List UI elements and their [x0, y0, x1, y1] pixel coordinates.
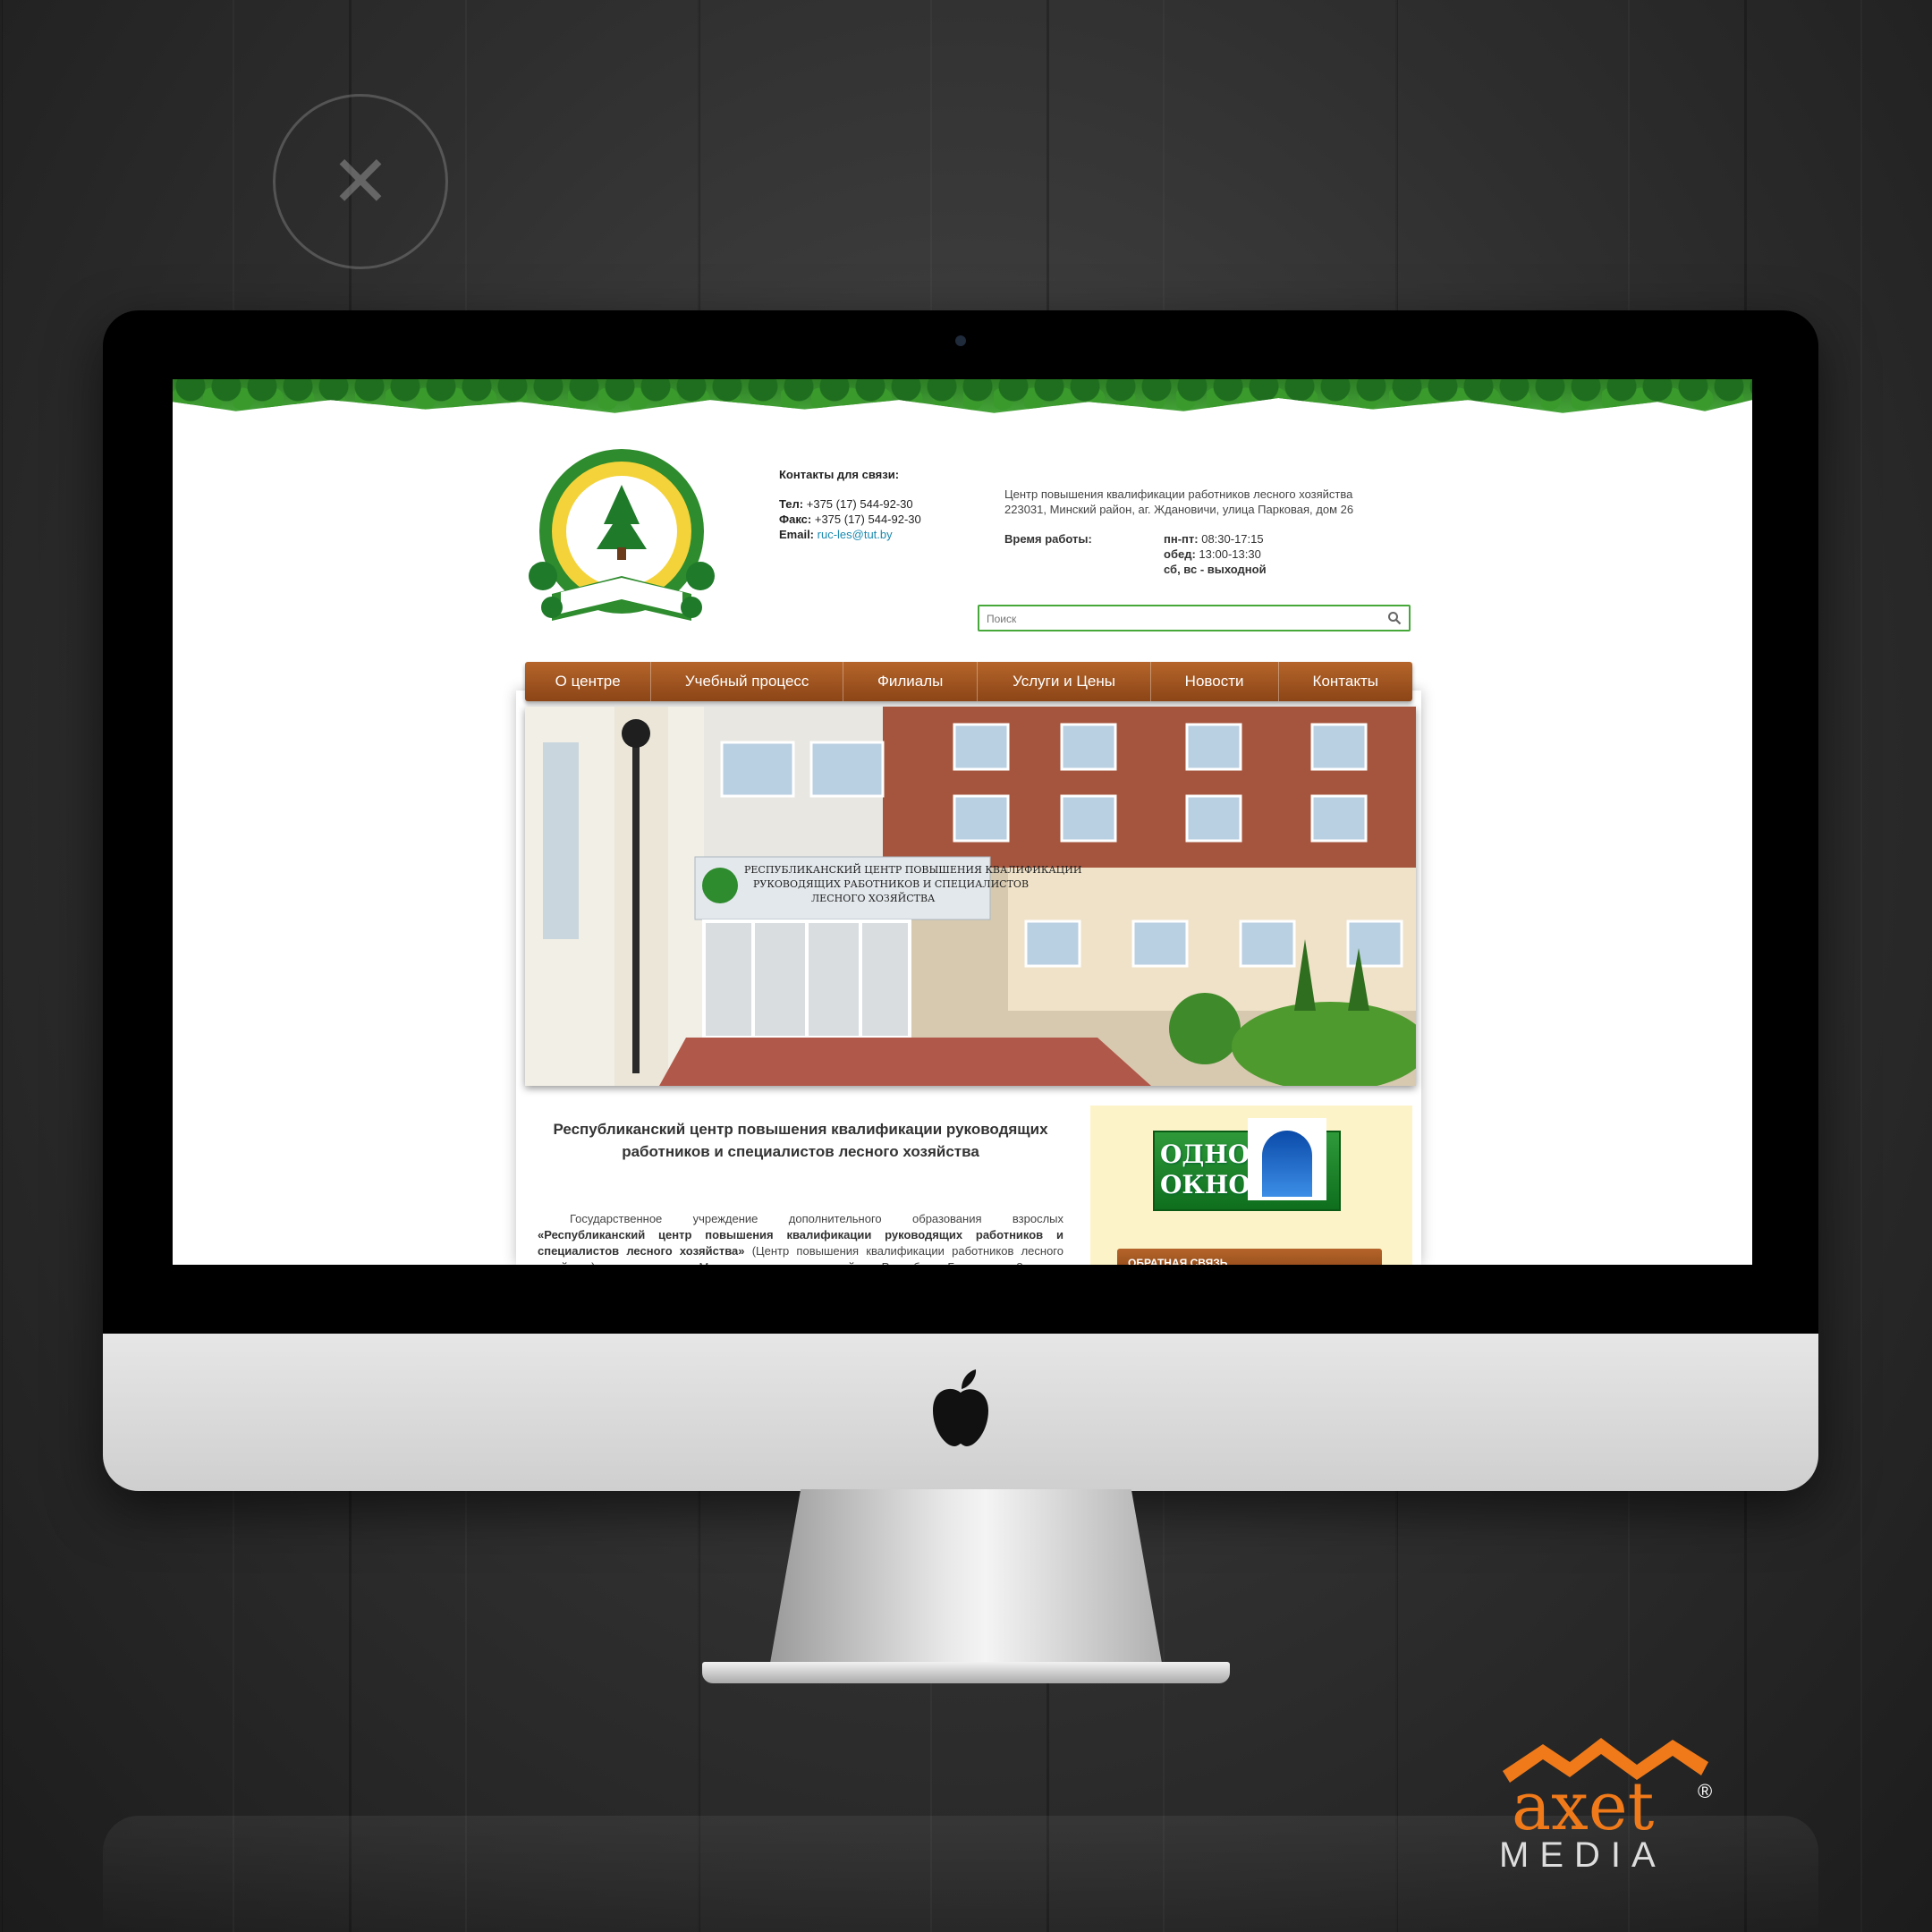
page-title: Республиканский центр повышения квалифик… [553, 1121, 1048, 1160]
brand-registered: ® [1698, 1780, 1712, 1802]
search-box [978, 605, 1411, 631]
org-name: Центр повышения квалификации работников … [1004, 487, 1353, 501]
org-info: Центр повышения квалификации работников … [1004, 487, 1425, 517]
email-label: Email: [779, 528, 815, 541]
weekdays-value: 08:30-17:15 [1201, 532, 1264, 546]
contacts-block: Контакты для связи: Тел: +375 (17) 544-9… [779, 467, 994, 542]
nav-item-contacts[interactable]: Контакты [1279, 662, 1413, 701]
hero-sign-line2: РУКОВОДЯЩИХ РАБОТНИКОВ И СПЕЦИАЛИСТОВ [753, 878, 1029, 890]
email-link[interactable]: ruc-les@tut.by [818, 528, 893, 541]
weekdays-label: пн-пт: [1164, 532, 1199, 546]
imac-monitor: Контакты для связи: Тел: +375 (17) 544-9… [103, 310, 1818, 1491]
search-input[interactable] [985, 609, 1382, 629]
apple-logo-icon [933, 1369, 988, 1446]
brand-name: axet [1512, 1768, 1655, 1845]
nav-item-about[interactable]: О центре [525, 662, 652, 701]
hero-sign-line1: РЕСПУБЛИКАНСКИЙ ЦЕНТР ПОВЫШЕНИЯ КВАЛИФИК… [744, 863, 1081, 876]
page-container: Контакты для связи: Тел: +375 (17) 544-9… [516, 379, 1421, 1265]
camera-icon [955, 335, 966, 346]
feedback-header[interactable]: ОБРАТНАЯ СВЯЗЬ [1117, 1249, 1382, 1265]
axet-media-logo: axet ® MEDIA [1499, 1738, 1712, 1874]
hero-sign-line3: ЛЕСНОГО ХОЗЯЙСТВА [811, 892, 936, 904]
nav-item-news[interactable]: Новости [1151, 662, 1279, 701]
logo[interactable] [525, 442, 718, 630]
monitor-stand [769, 1489, 1163, 1668]
odno-okno-banner[interactable]: ОДНО ОКНО [1153, 1118, 1341, 1211]
phone-label: Тел: [779, 497, 804, 511]
hero-image: РЕСПУБЛИКАНСКИЙ ЦЕНТР ПОВЫШЕНИЯ КВАЛИФИК… [525, 707, 1416, 1086]
monitor-stand-base [702, 1662, 1230, 1683]
search-icon[interactable] [1387, 611, 1402, 625]
para-start: Государственное учреждение дополнительно… [570, 1212, 1063, 1225]
okno-line2: ОКНО [1160, 1170, 1250, 1199]
lunch-value: 13:00-13:30 [1199, 547, 1261, 561]
door-icon [1248, 1118, 1326, 1200]
website-screen: Контакты для связи: Тел: +375 (17) 544-9… [173, 379, 1752, 1265]
nav-item-branches[interactable]: Филиалы [843, 662, 979, 701]
main-nav: О центре Учебный процесс Филиалы Услуги … [525, 662, 1412, 701]
org-address: 223031, Минский район, аг. Ждановичи, ул… [1004, 503, 1354, 516]
phone-value: +375 (17) 544-92-30 [806, 497, 913, 511]
fax-label: Факс: [779, 513, 812, 526]
okno-line1: ОДНО [1160, 1140, 1250, 1169]
monitor-chin [103, 1334, 1818, 1491]
weekend-label: сб, вс - выходной [1164, 563, 1267, 576]
nav-item-education[interactable]: Учебный процесс [651, 662, 843, 701]
contacts-title: Контакты для связи: [779, 468, 900, 481]
lunch-label: обед: [1164, 547, 1196, 561]
sidebar: ОДНО ОКНО ОБРАТНАЯ СВЯЗЬ [1090, 1106, 1412, 1265]
fax-value: +375 (17) 544-92-30 [814, 513, 921, 526]
nav-item-services[interactable]: Услуги и Цены [978, 662, 1151, 701]
watermark-logo-icon: ✕ [273, 94, 448, 269]
intro-paragraph: Государственное учреждение дополнительно… [538, 1211, 1063, 1265]
brand-sub: MEDIA [1499, 1835, 1666, 1874]
hours-label: Время работы: [1004, 532, 1092, 546]
